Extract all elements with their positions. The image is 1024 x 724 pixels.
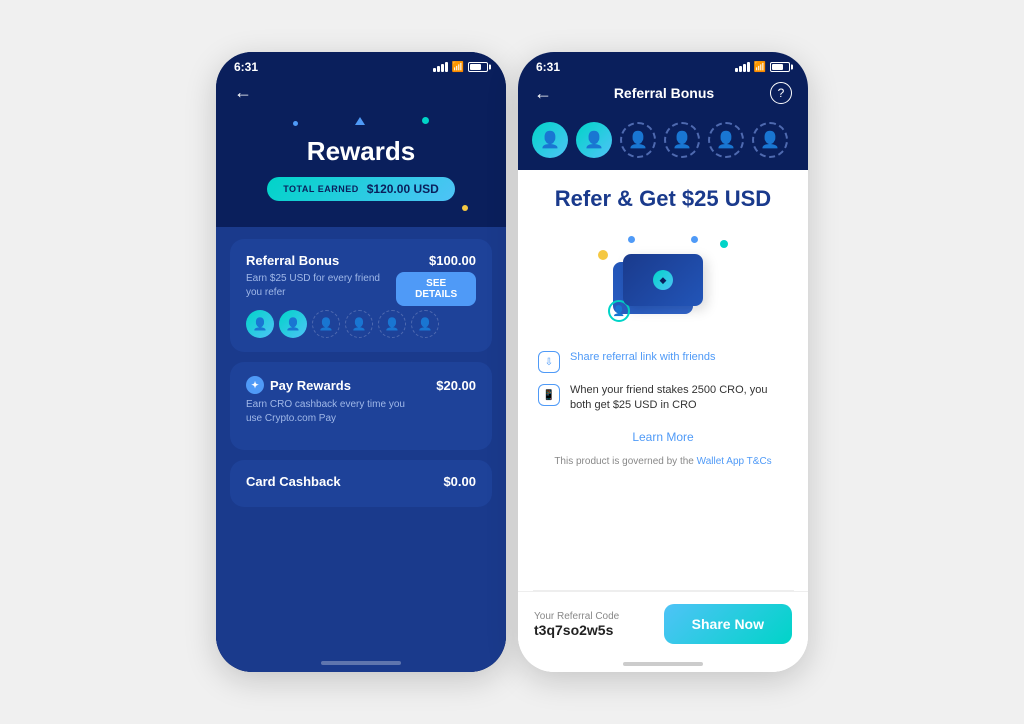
governance-link[interactable]: Wallet App T&Cs bbox=[697, 456, 772, 467]
avatar-1: 👤 bbox=[246, 310, 274, 338]
decorative-dot-teal1 bbox=[720, 240, 728, 248]
home-indicator-screen1 bbox=[216, 654, 506, 672]
referral-bonus-amount: $100.00 bbox=[429, 253, 476, 268]
card-cashback-amount: $0.00 bbox=[443, 474, 476, 489]
cards-area: Referral Bonus $100.00 Earn $25 USD for … bbox=[216, 227, 506, 654]
screen2-content: Refer & Get $25 USD ◆ 👤 bbox=[518, 170, 808, 590]
pay-icon: ✦ bbox=[246, 376, 264, 394]
pay-rewards-desc: Earn CRO cashback every time you use Cry… bbox=[246, 398, 406, 426]
ref-avatar-3: 👤 bbox=[620, 122, 656, 158]
rewards-title: Rewards bbox=[234, 136, 488, 167]
decorative-dot-blue2 bbox=[691, 236, 698, 243]
referral-illustration: ◆ 👤 bbox=[518, 220, 808, 340]
screen2-header-title: Referral Bonus bbox=[614, 85, 714, 101]
phone-icon: 📱 bbox=[538, 384, 560, 406]
total-earned-label: TOTAL EARNED bbox=[283, 184, 359, 194]
step-text-1: Share referral link with friends bbox=[570, 350, 716, 365]
step-item-2: 📱 When your friend stakes 2500 CRO, you … bbox=[538, 383, 788, 414]
step-item-1: ⇩ Share referral link with friends bbox=[538, 350, 788, 373]
share-icon: ⇩ bbox=[538, 351, 560, 373]
referral-steps: ⇩ Share referral link with friends 📱 Whe… bbox=[518, 340, 808, 424]
status-time-screen2: 6:31 bbox=[536, 60, 560, 74]
decorative-dot-yellow bbox=[598, 250, 608, 260]
card-graphic-front: ◆ bbox=[623, 254, 703, 306]
screen1-phone: 6:31 📶 ← bbox=[216, 52, 506, 672]
screen1-body: ← Rewards TOTAL EARNED $120.00 USD bbox=[216, 78, 506, 672]
decorative-dots bbox=[234, 111, 488, 130]
referral-progress-bar: 👤 👤 👤 👤 👤 👤 bbox=[518, 114, 808, 170]
card-cashback-title: Card Cashback bbox=[246, 474, 341, 489]
referral-code-value: t3q7so2w5s bbox=[534, 622, 619, 638]
refer-title: Refer & Get $25 USD bbox=[518, 170, 808, 220]
back-button-screen1[interactable]: ← bbox=[216, 78, 506, 111]
step-text-2: When your friend stakes 2500 CRO, you bo… bbox=[570, 383, 788, 414]
screen2-phone: 6:31 📶 ← Referral Bonus ? bbox=[518, 52, 808, 672]
status-time-screen1: 6:31 bbox=[234, 60, 258, 74]
referral-code-section: Your Referral Code t3q7so2w5s bbox=[534, 611, 619, 638]
signal-icon-screen2 bbox=[735, 62, 750, 72]
battery-icon-screen2 bbox=[770, 62, 790, 72]
avatar-5: 👤 bbox=[378, 310, 406, 338]
ref-avatar-2: 👤 bbox=[576, 122, 612, 158]
help-button[interactable]: ? bbox=[770, 82, 792, 104]
ref-avatar-6: 👤 bbox=[752, 122, 788, 158]
screen2-body: ← Referral Bonus ? 👤 👤 👤 👤 👤 👤 Refer & G… bbox=[518, 78, 808, 672]
governance-text: This product is governed by the Wallet A… bbox=[518, 450, 808, 479]
pay-rewards-amount: $20.00 bbox=[436, 378, 476, 393]
avatar-4: 👤 bbox=[345, 310, 373, 338]
avatar-2: 👤 bbox=[279, 310, 307, 338]
avatar-6: 👤 bbox=[411, 310, 439, 338]
referral-code-label: Your Referral Code bbox=[534, 611, 619, 622]
share-now-button[interactable]: Share Now bbox=[664, 604, 792, 644]
status-icons-screen1: 📶 bbox=[433, 62, 488, 73]
wifi-icon: 📶 bbox=[452, 62, 464, 73]
learn-more-link[interactable]: Learn More bbox=[518, 424, 808, 450]
status-bar-screen1: 6:31 📶 bbox=[216, 52, 506, 78]
see-details-button[interactable]: SEE DETAILS bbox=[396, 272, 476, 306]
referral-bonus-card[interactable]: Referral Bonus $100.00 Earn $25 USD for … bbox=[230, 239, 492, 352]
status-bar-screen2: 6:31 📶 bbox=[518, 52, 808, 78]
total-earned-badge: TOTAL EARNED $120.00 USD bbox=[267, 177, 455, 201]
pay-rewards-card[interactable]: ✦ Pay Rewards $20.00 Earn CRO cashback e… bbox=[230, 362, 492, 450]
battery-icon bbox=[468, 62, 488, 72]
decorative-dot-blue bbox=[628, 236, 635, 243]
home-indicator-screen2 bbox=[518, 656, 808, 672]
referral-avatars-screen1: 👤 👤 👤 👤 👤 👤 bbox=[246, 310, 476, 338]
avatar-3: 👤 bbox=[312, 310, 340, 338]
screen2-footer: Your Referral Code t3q7so2w5s Share Now bbox=[518, 591, 808, 656]
signal-icon bbox=[433, 62, 448, 72]
card-cashback-card[interactable]: Card Cashback $0.00 bbox=[230, 460, 492, 507]
ref-avatar-1: 👤 bbox=[532, 122, 568, 158]
status-icons-screen2: 📶 bbox=[735, 62, 790, 73]
card-logo: ◆ bbox=[653, 270, 673, 290]
home-indicator-bar-screen2 bbox=[623, 662, 703, 666]
pay-rewards-title: ✦ Pay Rewards bbox=[246, 376, 351, 394]
back-button-screen2[interactable]: ← bbox=[534, 83, 558, 104]
rewards-hero: Rewards TOTAL EARNED $120.00 USD bbox=[216, 111, 506, 227]
screen2-header: ← Referral Bonus ? bbox=[518, 78, 808, 114]
referral-bonus-title: Referral Bonus bbox=[246, 253, 339, 268]
ref-avatar-5: 👤 bbox=[708, 122, 744, 158]
referral-bonus-desc: Earn $25 USD for every friend you refer bbox=[246, 272, 386, 300]
total-earned-value: $120.00 USD bbox=[367, 182, 439, 196]
wifi-icon-screen2: 📶 bbox=[754, 62, 766, 73]
ref-avatar-4: 👤 bbox=[664, 122, 700, 158]
